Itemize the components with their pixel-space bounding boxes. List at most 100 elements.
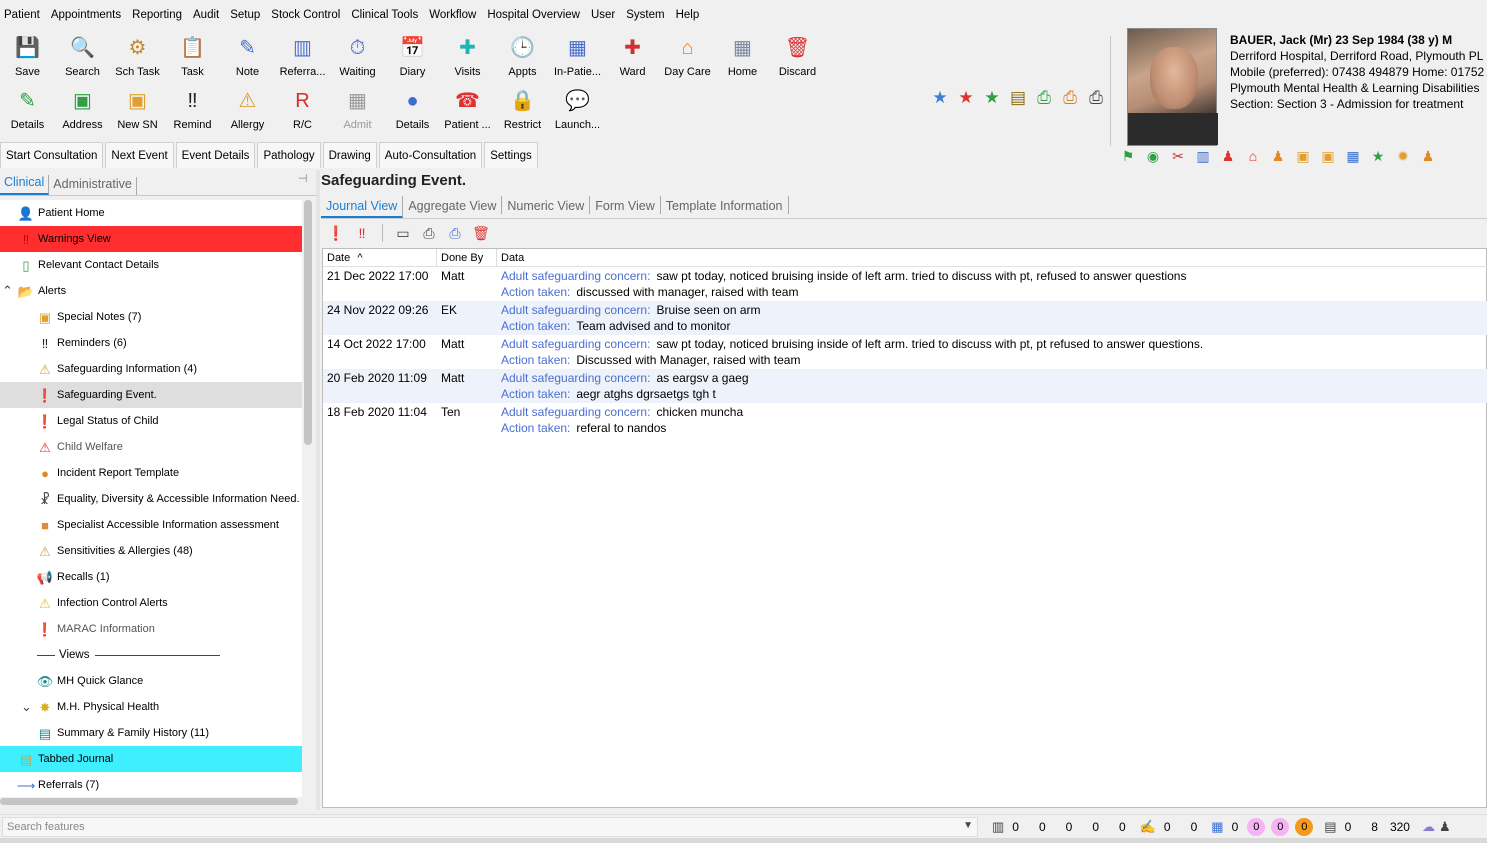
- print-orange-icon[interactable]: ⎙: [1060, 88, 1080, 108]
- pin-panel-icon[interactable]: ⊣: [298, 172, 308, 185]
- tree-scroll-thumb[interactable]: [304, 200, 312, 445]
- print-icon[interactable]: ⎙: [419, 225, 439, 242]
- panel-splitter[interactable]: [316, 170, 320, 810]
- tree-item-m-h-physical-health[interactable]: ⌄ ✸ M.H. Physical Health: [0, 694, 302, 720]
- blank-form-icon[interactable]: ▭: [393, 225, 413, 242]
- menu-reporting[interactable]: Reporting: [132, 9, 182, 21]
- user-status-icon[interactable]: ♟: [1439, 819, 1451, 835]
- toolbar-diary-button[interactable]: 📅 Diary: [385, 32, 440, 82]
- document-icon[interactable]: ▤: [1008, 88, 1028, 108]
- tab-form-view[interactable]: Form View: [590, 196, 661, 214]
- tab-template-information[interactable]: Template Information: [661, 196, 789, 214]
- tree-item-specialist-accessible-information-assessment[interactable]: ■ Specialist Accessible Information asses…: [0, 512, 302, 538]
- tree-item-child-welfare[interactable]: ⚠ Child Welfare: [0, 434, 302, 460]
- toolbar-remind-button[interactable]: ‼ Remind: [165, 85, 220, 135]
- toolbar-details-button[interactable]: ● Details: [385, 85, 440, 135]
- pathology-button[interactable]: Pathology: [257, 142, 321, 168]
- toolbar-r-c-button[interactable]: R R/C: [275, 85, 330, 135]
- tree-item-warnings-view[interactable]: ‼ Warnings View: [0, 226, 302, 252]
- tree-item-special-notes-7[interactable]: ▣ Special Notes (7): [0, 304, 302, 330]
- column-date[interactable]: Date ^: [323, 249, 437, 266]
- toolbar-task-button[interactable]: 📋 Task: [165, 32, 220, 82]
- add-multiple-icon[interactable]: ‼: [352, 225, 372, 241]
- toolbar-sch-task-button[interactable]: ⚙ Sch Task: [110, 32, 165, 82]
- chart-icon[interactable]: ▥: [1193, 148, 1213, 165]
- patient-photo[interactable]: [1127, 28, 1218, 146]
- toolbar-appts-button[interactable]: 🕒 Appts: [495, 32, 550, 82]
- start-consultation-button[interactable]: Start Consultation: [0, 142, 104, 168]
- tree-item-mh-quick-glance[interactable]: 👁 MH Quick Glance: [0, 668, 302, 694]
- clipboard-icon[interactable]: ▤: [1324, 819, 1336, 835]
- tree-item-referrals-7[interactable]: ⟶ Referrals (7): [0, 772, 302, 797]
- toolbar-visits-button[interactable]: ✚ Visits: [440, 32, 495, 82]
- person-orange-icon[interactable]: ♟: [1268, 148, 1288, 165]
- tree-horizontal-scrollbar[interactable]: [0, 797, 302, 807]
- menu-system[interactable]: System: [626, 9, 664, 21]
- table-row[interactable]: 24 Nov 2022 09:26 EK Adult safeguarding co…: [323, 301, 1487, 335]
- toolbar-patient-button[interactable]: ☎ Patient ...: [440, 85, 495, 135]
- table-row[interactable]: 21 Dec 2022 17:00 Matt Adult safeguarding …: [323, 267, 1487, 301]
- tree-item-patient-home[interactable]: 👤 Patient Home: [0, 200, 302, 226]
- menu-hospital-overview[interactable]: Hospital Overview: [487, 9, 580, 21]
- tree-item-safeguarding-information-4[interactable]: ⚠ Safeguarding Information (4): [0, 356, 302, 382]
- tree-item-relevant-contact-details[interactable]: ▯ Relevant Contact Details: [0, 252, 302, 278]
- toolbar-search-button[interactable]: 🔍 Search: [55, 32, 110, 82]
- tab-journal-view[interactable]: Journal View: [321, 196, 404, 218]
- tree-item-incident-report-template[interactable]: ● Incident Report Template: [0, 460, 302, 486]
- toolbar-restrict-button[interactable]: 🔒 Restrict: [495, 85, 550, 135]
- person-icon[interactable]: ♟: [1418, 148, 1438, 165]
- table-row[interactable]: 14 Oct 2022 17:00 Matt Adult safeguarding …: [323, 335, 1487, 369]
- star-green-icon[interactable]: ★: [1368, 148, 1388, 165]
- menu-stock-control[interactable]: Stock Control: [271, 9, 340, 21]
- toolbar-details-button[interactable]: ✎ Details: [0, 85, 55, 135]
- calendar-status-icon[interactable]: ▦: [1211, 819, 1223, 835]
- toolbar-note-button[interactable]: ✎ Note: [220, 32, 275, 82]
- delete-trash-icon[interactable]: 🗑: [471, 225, 491, 242]
- tree-item-tabbed-journal[interactable]: ▤ Tabbed Journal: [0, 746, 302, 772]
- blue-star-icon[interactable]: ★: [930, 88, 950, 108]
- tree-item-reminders-6[interactable]: ‼ Reminders (6): [0, 330, 302, 356]
- column-done-by[interactable]: Done By: [437, 249, 497, 266]
- toolbar-waiting-button[interactable]: ⏱ Waiting: [330, 32, 385, 82]
- tab-aggregate-view[interactable]: Aggregate View: [403, 196, 503, 214]
- toolbar-ward-button[interactable]: ✚ Ward: [605, 32, 660, 82]
- menu-patient[interactable]: Patient: [4, 9, 40, 21]
- menu-help[interactable]: Help: [676, 9, 700, 21]
- tab-numeric-view[interactable]: Numeric View: [502, 196, 591, 214]
- toolbar-save-button[interactable]: 💾 Save: [0, 32, 55, 82]
- search-features-input[interactable]: Search features ▼: [2, 817, 978, 837]
- add-entry-icon[interactable]: ❗: [326, 225, 346, 242]
- auto-consultation-button[interactable]: Auto-Consultation: [378, 142, 483, 168]
- sun-icon[interactable]: ✹: [1393, 148, 1413, 165]
- tab-administrative[interactable]: Administrative: [49, 177, 137, 195]
- tools-icon[interactable]: ✂: [1168, 148, 1188, 165]
- person-red-icon[interactable]: ♟: [1218, 148, 1238, 165]
- settings-button[interactable]: Settings: [484, 142, 538, 168]
- tree-item-recalls-1[interactable]: 📢 Recalls (1): [0, 564, 302, 590]
- print-icon[interactable]: ⎙: [1086, 88, 1106, 108]
- column-data[interactable]: Data: [497, 249, 1487, 266]
- tree-item-summary-family-history-11[interactable]: ▤ Summary & Family History (11): [0, 720, 302, 746]
- table-row[interactable]: 18 Feb 2020 11:04 Ten Adult safeguarding c…: [323, 403, 1487, 437]
- toolbar-address-button[interactable]: ▣ Address: [55, 85, 110, 135]
- bar-chart-icon[interactable]: ▥: [992, 819, 1004, 835]
- tree-item-infection-control-alerts[interactable]: ⚠ Infection Control Alerts: [0, 590, 302, 616]
- print-preview-icon[interactable]: ⎙: [445, 225, 465, 242]
- green-star-icon[interactable]: ★: [982, 88, 1002, 108]
- toolbar-allergy-button[interactable]: ⚠ Allergy: [220, 85, 275, 135]
- menu-audit[interactable]: Audit: [193, 9, 219, 21]
- pink-count-badge-2[interactable]: 0: [1271, 818, 1290, 836]
- red-star-icon[interactable]: ★: [956, 88, 976, 108]
- tree-item-marac-information[interactable]: ❗ MARAC Information: [0, 616, 302, 642]
- patient-info[interactable]: BAUER, Jack (Mr) 23 Sep 1984 (38 y) M De…: [1230, 32, 1487, 112]
- toolbar-discard-button[interactable]: 🗑 Discard: [770, 32, 825, 82]
- flag-icon[interactable]: ⚑: [1118, 148, 1138, 165]
- tree-expander-icon[interactable]: ⌄: [21, 699, 32, 715]
- toolbar-in-patie-button[interactable]: ▦ In-Patie...: [550, 32, 605, 82]
- next-event-button[interactable]: Next Event: [105, 142, 174, 168]
- lac-badge-icon[interactable]: ◉: [1143, 148, 1163, 165]
- tree-item-sensitivities-allergies-48[interactable]: ⚠ Sensitivities & Allergies (48): [0, 538, 302, 564]
- orange-count-badge[interactable]: 0: [1295, 818, 1314, 836]
- tree-item-equality-diversity-accessible-information-need[interactable]: ☧ Equality, Diversity & Accessible Inform…: [0, 486, 302, 512]
- table-row[interactable]: 20 Feb 2020 11:09 Matt Adult safeguarding …: [323, 369, 1487, 403]
